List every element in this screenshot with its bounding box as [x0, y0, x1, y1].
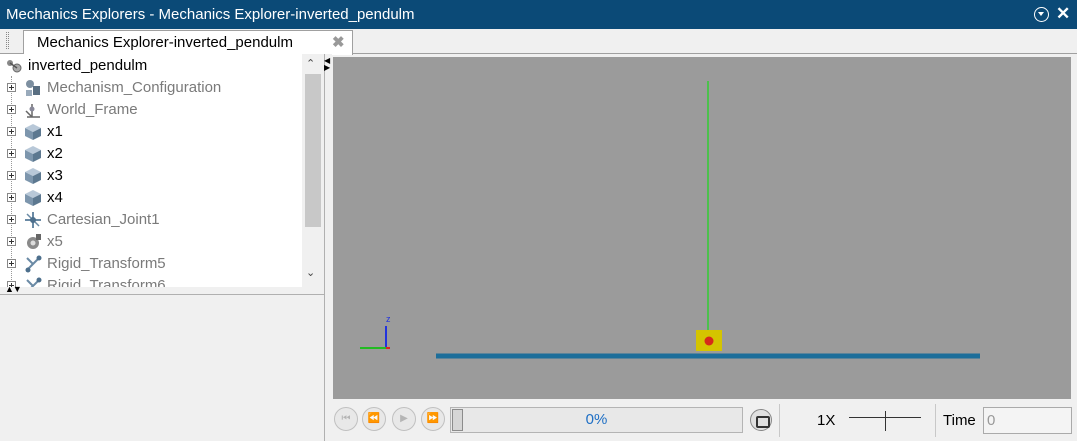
rigid-transform-icon [25, 255, 42, 273]
time-label: Time [943, 412, 976, 429]
tree-item-label: Rigid_Transform6 [47, 277, 166, 287]
vertical-splitter[interactable]: ◀ ▶ [324, 54, 332, 441]
separator [935, 404, 936, 437]
world-frame-icon [25, 104, 40, 118]
window-menu-icon[interactable] [1034, 7, 1049, 22]
rigid-transform-icon [26, 277, 42, 287]
step-forward-icon[interactable]: ⏩ [421, 407, 445, 431]
scroll-thumb[interactable] [305, 74, 321, 227]
skip-to-start-icon[interactable]: ⏮ [334, 407, 358, 431]
tab-strip-grip-icon[interactable] [6, 32, 9, 49]
joint-icon [25, 212, 41, 228]
tab-close-icon[interactable]: ✖ [332, 33, 345, 51]
collapse-arrow-icon[interactable]: ◀ ▶ [324, 57, 330, 72]
window-close-button[interactable]: ✕ [1056, 4, 1070, 24]
expand-icon[interactable] [7, 127, 16, 136]
window-title: Mechanics Explorers - Mechanics Explorer… [6, 6, 415, 23]
tree-item-x1[interactable]: x1 [0, 121, 304, 143]
pivot-point [704, 336, 714, 346]
progress-label: 0% [585, 411, 608, 428]
properties-panel [0, 295, 324, 441]
tree-item-x5[interactable]: x5 [0, 231, 304, 253]
tree-item-cartesian-joint1[interactable]: Cartesian_Joint1 [0, 209, 304, 231]
tree-item-label: x1 [47, 123, 63, 140]
tree-item-world-frame[interactable]: World_Frame [0, 99, 304, 121]
solid-block-icon [25, 168, 41, 184]
solid-block-icon [25, 146, 41, 162]
window-titlebar: Mechanics Explorers - Mechanics Explorer… [0, 0, 1077, 29]
step-back-icon[interactable]: ⏪ [362, 407, 386, 431]
time-value: 0 [987, 412, 996, 429]
tree-item-label: World_Frame [47, 101, 138, 118]
expand-icon[interactable] [7, 215, 16, 224]
scroll-up-icon[interactable]: ⌃ [306, 57, 315, 70]
tree-item-x4[interactable]: x4 [0, 187, 304, 209]
expand-icon[interactable] [7, 171, 16, 180]
tree-item-label: x4 [47, 189, 63, 206]
scene-canvas[interactable]: z [333, 57, 1071, 399]
tree-item-label: Rigid_Transform5 [47, 255, 166, 272]
model-tree: inverted_pendulm Mechanism_Configuration… [0, 54, 324, 287]
tree-item-rigid-transform5[interactable]: Rigid_Transform5 [0, 253, 304, 275]
tab-mechanics-explorer[interactable]: Mechanics Explorer-inverted_pendulm ✖ [23, 30, 353, 55]
tab-strip: Mechanics Explorer-inverted_pendulm ✖ [0, 29, 1077, 55]
panel-splitter[interactable]: ▲▼ [0, 284, 324, 295]
play-icon[interactable]: ▶ [392, 407, 416, 431]
tree-root-label: inverted_pendulm [28, 57, 148, 74]
speed-slider[interactable] [849, 409, 921, 431]
inertia-icon [27, 234, 41, 249]
tree-item-mechanism-configuration[interactable]: Mechanism_Configuration [0, 77, 304, 99]
time-field[interactable]: 0 [983, 407, 1072, 434]
tab-label: Mechanics Explorer-inverted_pendulm [37, 34, 293, 51]
expand-icon[interactable] [7, 259, 16, 268]
scroll-down-icon[interactable]: ⌄ [306, 266, 315, 279]
tree-root[interactable]: inverted_pendulm [0, 55, 304, 77]
splitter-arrows-icon[interactable]: ▲▼ [5, 284, 22, 294]
playback-bar: ⏮ ⏪ ▶ ⏩ 0% 1X Time 0 [333, 400, 1077, 441]
tree-item-x2[interactable]: x2 [0, 143, 304, 165]
tree-item-label: Cartesian_Joint1 [47, 211, 160, 228]
expand-icon[interactable] [7, 83, 16, 92]
tree-scrollbar[interactable]: ⌃ ⌄ [302, 54, 324, 287]
tree-item-x3[interactable]: x3 [0, 165, 304, 187]
expand-icon[interactable] [7, 193, 16, 202]
3d-viewport[interactable]: z [333, 57, 1071, 399]
axis-triad-icon: z [360, 314, 391, 349]
expand-icon[interactable] [7, 105, 16, 114]
speed-slider-handle[interactable] [885, 411, 886, 431]
tree-item-label: Mechanism_Configuration [47, 79, 222, 96]
solid-block-icon [25, 190, 41, 206]
speed-label: 1X [817, 412, 836, 429]
expand-icon[interactable] [7, 237, 16, 246]
separator [779, 404, 780, 437]
expand-icon[interactable] [7, 149, 16, 158]
tree-item-label: x2 [47, 145, 63, 162]
record-video-icon[interactable] [750, 409, 772, 431]
playback-progress[interactable]: 0% [450, 407, 743, 433]
tree-item-rigid-transform6[interactable]: Rigid_Transform6 [0, 275, 304, 287]
tree-item-label: x5 [47, 233, 63, 250]
model-root-icon [7, 60, 22, 73]
solid-block-icon [25, 124, 41, 140]
mechanism-config-icon [26, 80, 40, 96]
axis-z-label: z [386, 314, 391, 324]
tree-item-label: x3 [47, 167, 63, 184]
